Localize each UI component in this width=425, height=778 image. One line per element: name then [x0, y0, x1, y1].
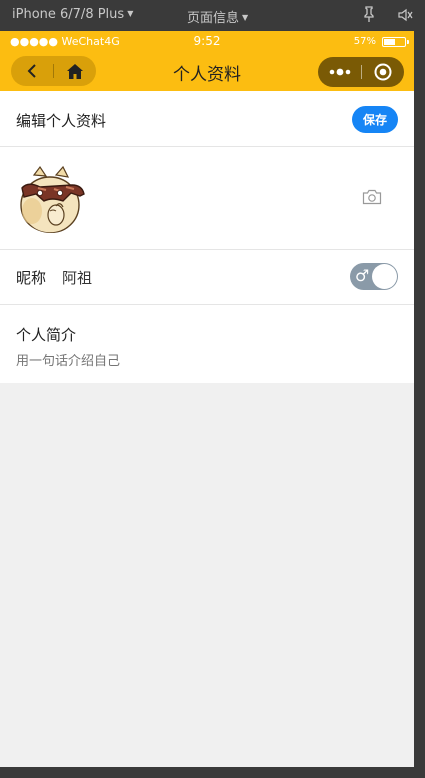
edit-profile-header: 编辑个人资料 保存 [0, 91, 414, 147]
avatar[interactable] [16, 163, 86, 233]
mute-icon[interactable] [397, 8, 413, 22]
page-info-menu[interactable]: 页面信息 ▼ [187, 7, 248, 26]
device-selector[interactable]: iPhone 6/7/8 Plus ▼ [12, 7, 133, 22]
close-mini-program-icon [374, 63, 392, 81]
edit-profile-title: 编辑个人资料 [16, 112, 107, 130]
phone-screen: ●●●●● WeChat4G 9:52 57% 个人资料 编辑个人资料 保存 昵… [0, 31, 414, 767]
navigation-bar: 个人资料 [0, 51, 414, 91]
bio-label: 个人简介 [16, 326, 77, 344]
pin-icon[interactable] [362, 6, 376, 22]
right-gutter [414, 31, 425, 778]
close-mini-program-button[interactable] [362, 57, 404, 87]
camera-icon[interactable] [362, 189, 382, 205]
caret-down-icon: ▼ [242, 13, 249, 22]
battery-icon [382, 37, 409, 47]
bottom-bar [0, 767, 414, 778]
mini-program-capsule [318, 57, 404, 87]
clock-text: 9:52 [193, 34, 221, 48]
devtools-toolbar: iPhone 6/7/8 Plus ▼ 页面信息 ▼ [0, 0, 425, 31]
device-label: iPhone 6/7/8 Plus [12, 7, 125, 22]
toggle-knob [372, 264, 397, 289]
avatar-row [0, 147, 414, 250]
status-bar: ●●●●● WeChat4G 9:52 57% [0, 31, 414, 51]
caret-down-icon: ▼ [127, 9, 134, 18]
more-icon [329, 68, 350, 76]
profile-content: 编辑个人资料 保存 昵称 阿祖 ♂ 个人简介 用一句话介绍自己 [0, 91, 414, 383]
nickname-row: 昵称 阿祖 ♂ [0, 250, 414, 305]
battery-level [384, 39, 395, 45]
save-button[interactable]: 保存 [352, 106, 398, 133]
more-button[interactable] [318, 57, 361, 87]
male-symbol-icon: ♂ [355, 266, 370, 285]
battery-percent: 57% [353, 36, 376, 47]
gender-toggle[interactable]: ♂ [350, 263, 398, 290]
bio-input[interactable] [16, 351, 398, 371]
avatar-cartoon-image [16, 163, 86, 233]
page-info-label: 页面信息 [187, 11, 240, 26]
nickname-label: 昵称 [16, 269, 47, 287]
bio-row: 个人简介 [0, 305, 414, 383]
nickname-value[interactable]: 阿祖 [62, 267, 92, 288]
